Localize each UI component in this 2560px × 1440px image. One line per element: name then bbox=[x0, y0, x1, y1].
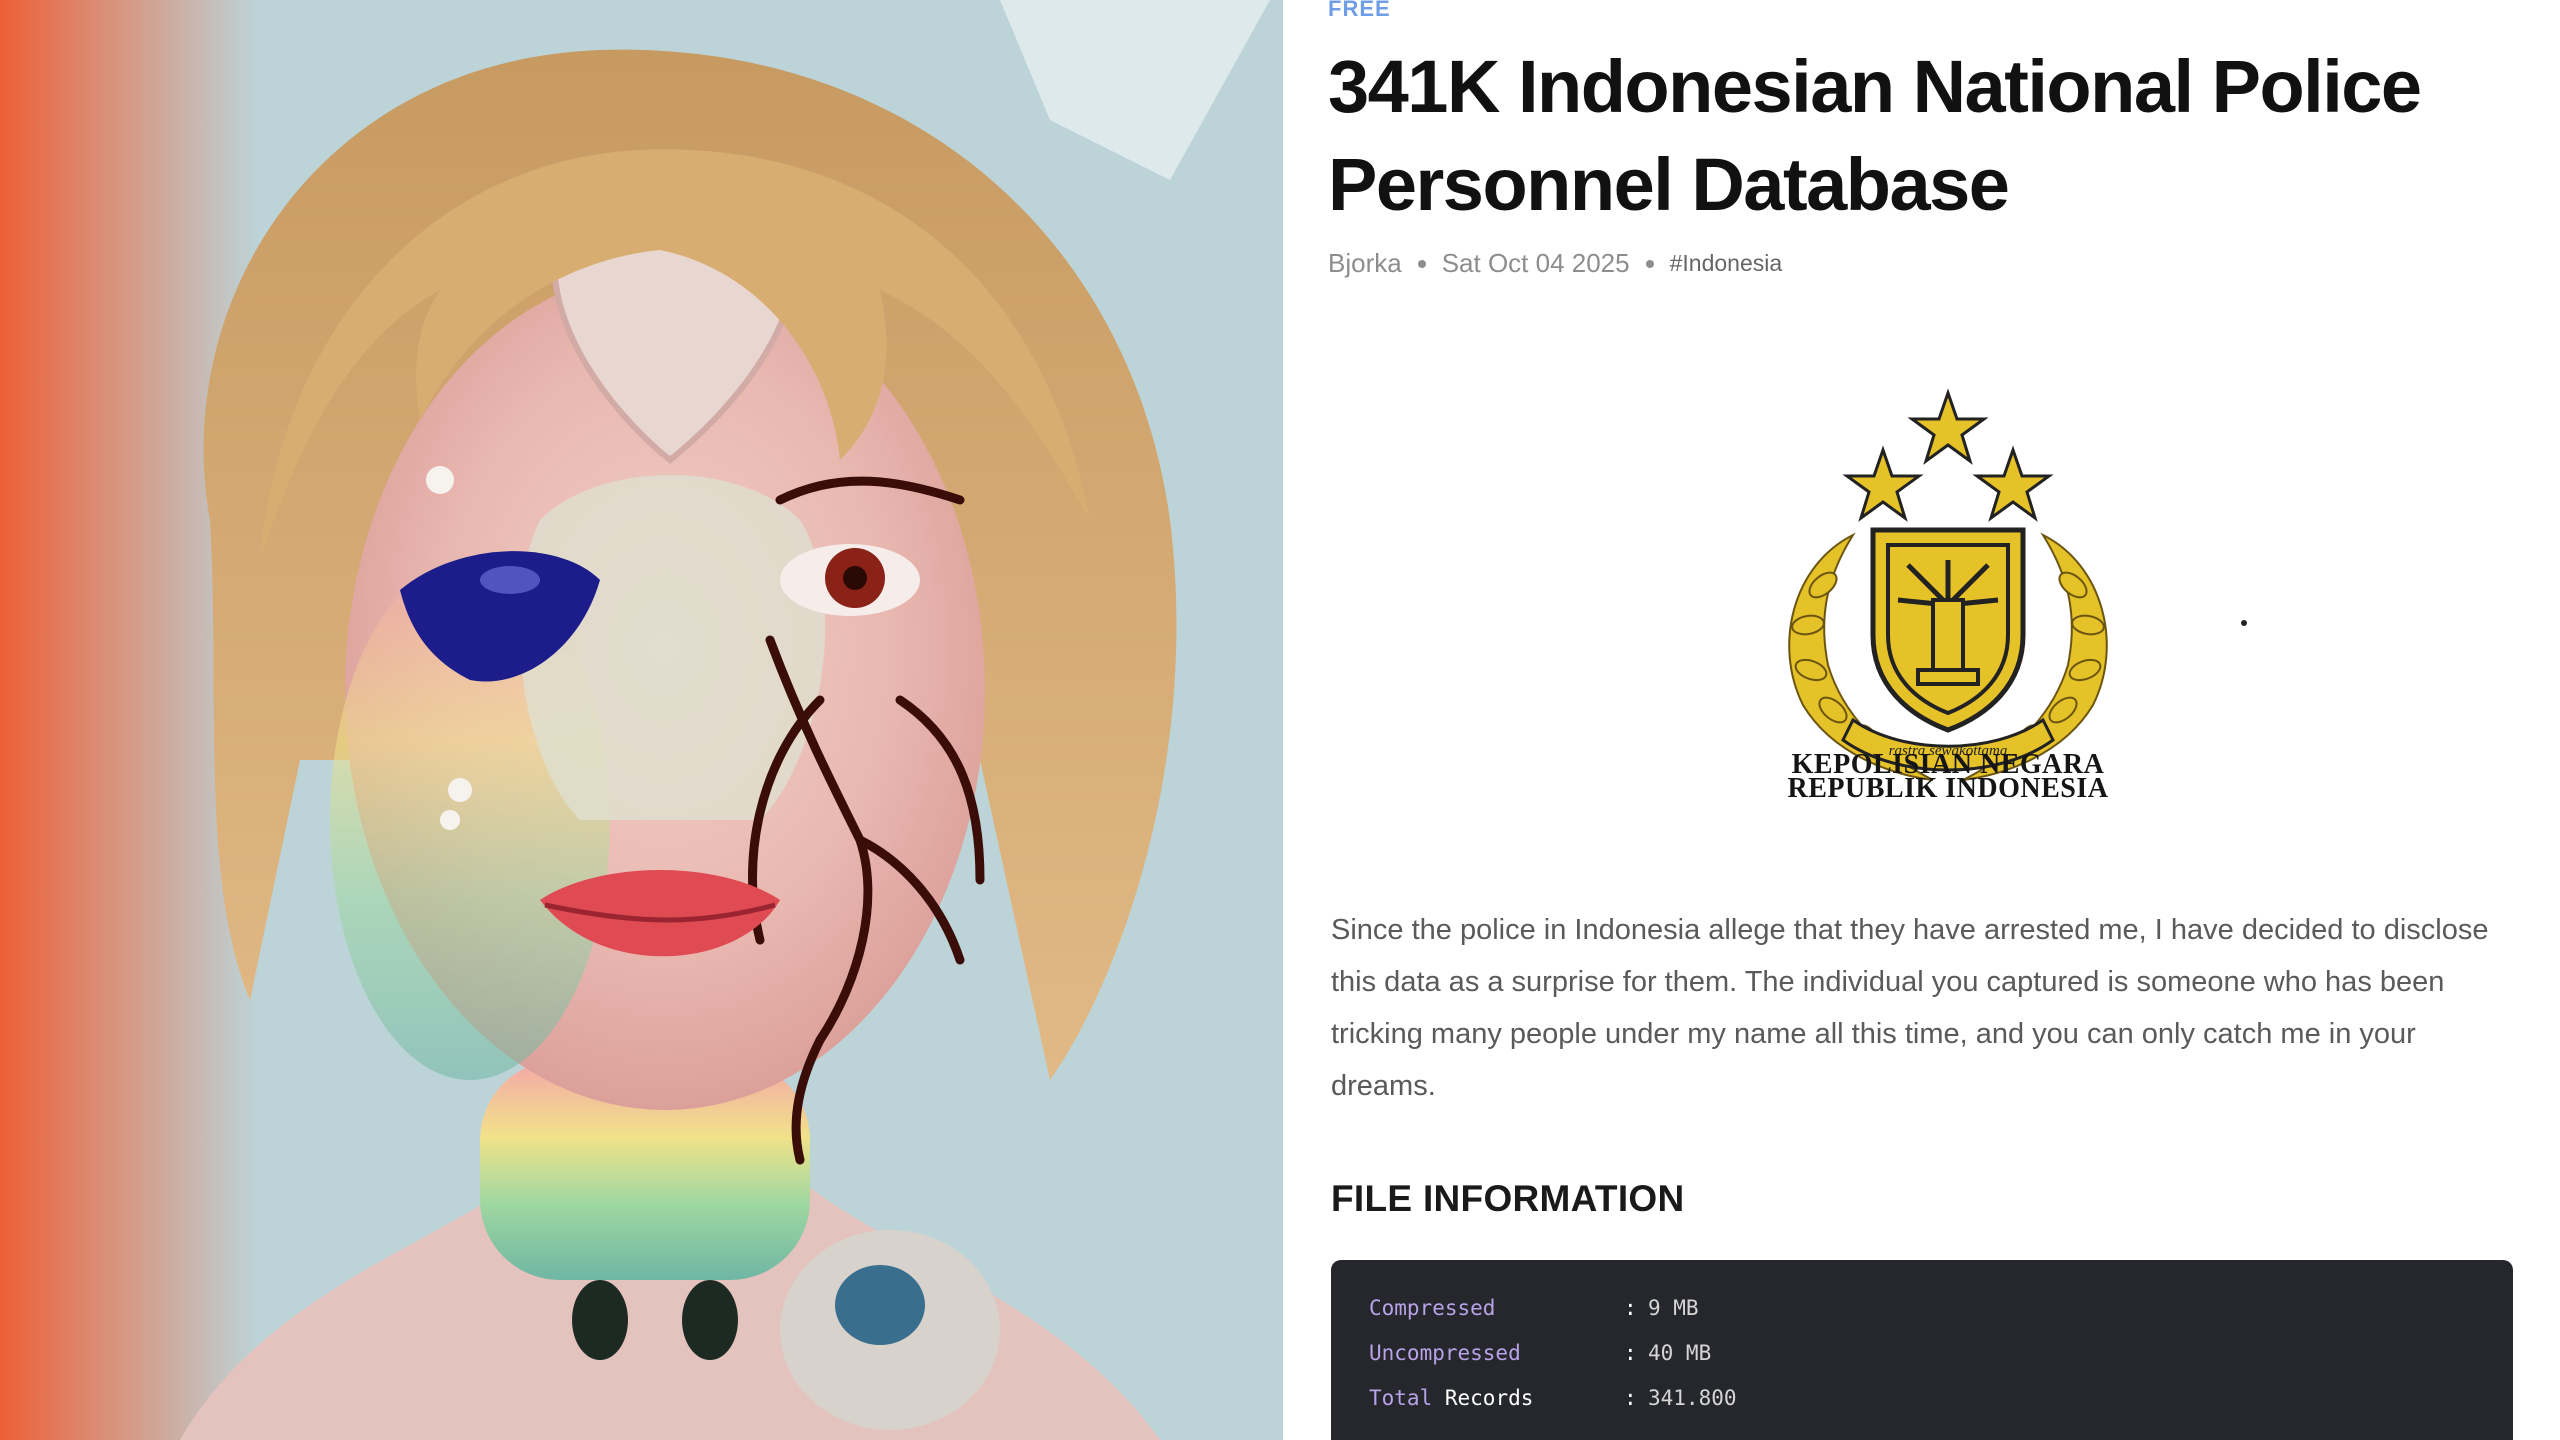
article-meta: Bjorka Sat Oct 04 2025 #Indonesia bbox=[1328, 248, 1782, 279]
hero-artwork bbox=[0, 0, 1283, 1440]
publish-date: Sat Oct 04 2025 bbox=[1441, 248, 1630, 278]
file-info-separator: : bbox=[1624, 1341, 1637, 1365]
file-information-heading: FILE INFORMATION bbox=[1331, 1178, 1685, 1219]
decorative-dot bbox=[2241, 620, 2247, 626]
file-info-value: 40 MB bbox=[1648, 1341, 1712, 1365]
file-info-row: Uncompressed : 40 MB bbox=[1369, 1341, 1711, 1365]
file-information-block: Compressed : 9 MB Uncompressed : 40 MB T… bbox=[1331, 1260, 2513, 1440]
portrait-illustration bbox=[0, 0, 1283, 1440]
country-tag[interactable]: #Indonesia bbox=[1670, 250, 1783, 277]
article-title: 341K Indonesian National Police Personne… bbox=[1328, 45, 2422, 226]
article-body: Since the police in Indonesia allege tha… bbox=[1331, 914, 2489, 1102]
file-info-separator: : bbox=[1624, 1296, 1637, 1320]
article-panel: FREE 341K Indonesian National Police Per… bbox=[1283, 0, 2560, 1440]
file-info-key: Compressed bbox=[1369, 1296, 1496, 1320]
emblem-caption-line2: REPUBLIK INDONESIA bbox=[1787, 773, 2109, 804]
meta-separator-dot bbox=[1645, 259, 1654, 268]
file-info-separator: : bbox=[1624, 1386, 1637, 1410]
file-info-key-part: Records bbox=[1444, 1386, 1534, 1410]
page-root: FREE 341K Indonesian National Police Per… bbox=[0, 0, 2560, 1440]
file-info-value: 341.800 bbox=[1648, 1386, 1737, 1410]
file-info-row: Compressed : 9 MB bbox=[1369, 1296, 1699, 1320]
file-info-key: Total Records bbox=[1369, 1386, 1624, 1410]
file-info-row: Total Records : 341.800 bbox=[1369, 1386, 1737, 1410]
free-badge: FREE bbox=[1328, 0, 1391, 21]
star-icon bbox=[1842, 388, 2054, 522]
author-name[interactable]: Bjorka bbox=[1328, 248, 1402, 279]
file-info-key-part: Total bbox=[1369, 1386, 1433, 1410]
meta-separator-dot bbox=[1417, 259, 1426, 268]
file-info-value: 9 MB bbox=[1648, 1296, 1699, 1320]
file-info-key: Uncompressed bbox=[1369, 1341, 1521, 1365]
